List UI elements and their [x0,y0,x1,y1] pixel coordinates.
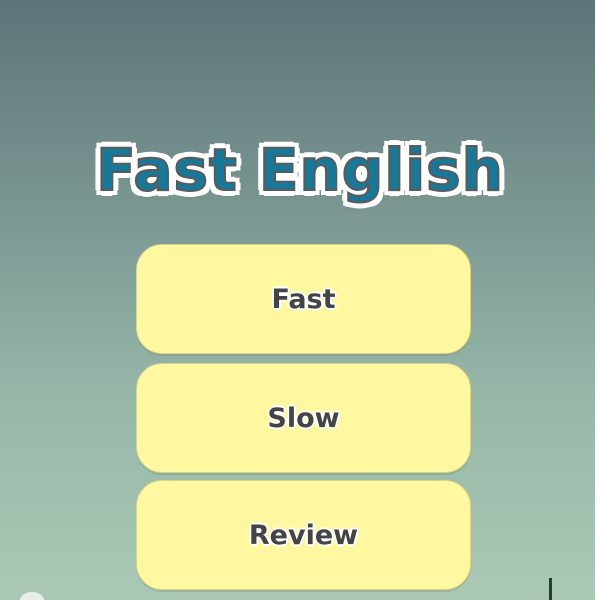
slow-button-label: Slow [267,402,340,434]
screen-edge [595,0,600,600]
fast-button[interactable]: Fast [136,244,471,354]
game-screen: Fast English Fast Slow Review [0,0,600,600]
game-title: Fast English [95,135,504,205]
game-title-logo: Fast English [40,120,560,220]
fast-button-label: Fast [271,283,336,315]
background-post-decoration [549,578,552,600]
background-cloud-decoration [20,592,44,600]
review-button[interactable]: Review [136,480,471,590]
review-button-label: Review [248,519,359,551]
slow-button[interactable]: Slow [136,363,471,473]
